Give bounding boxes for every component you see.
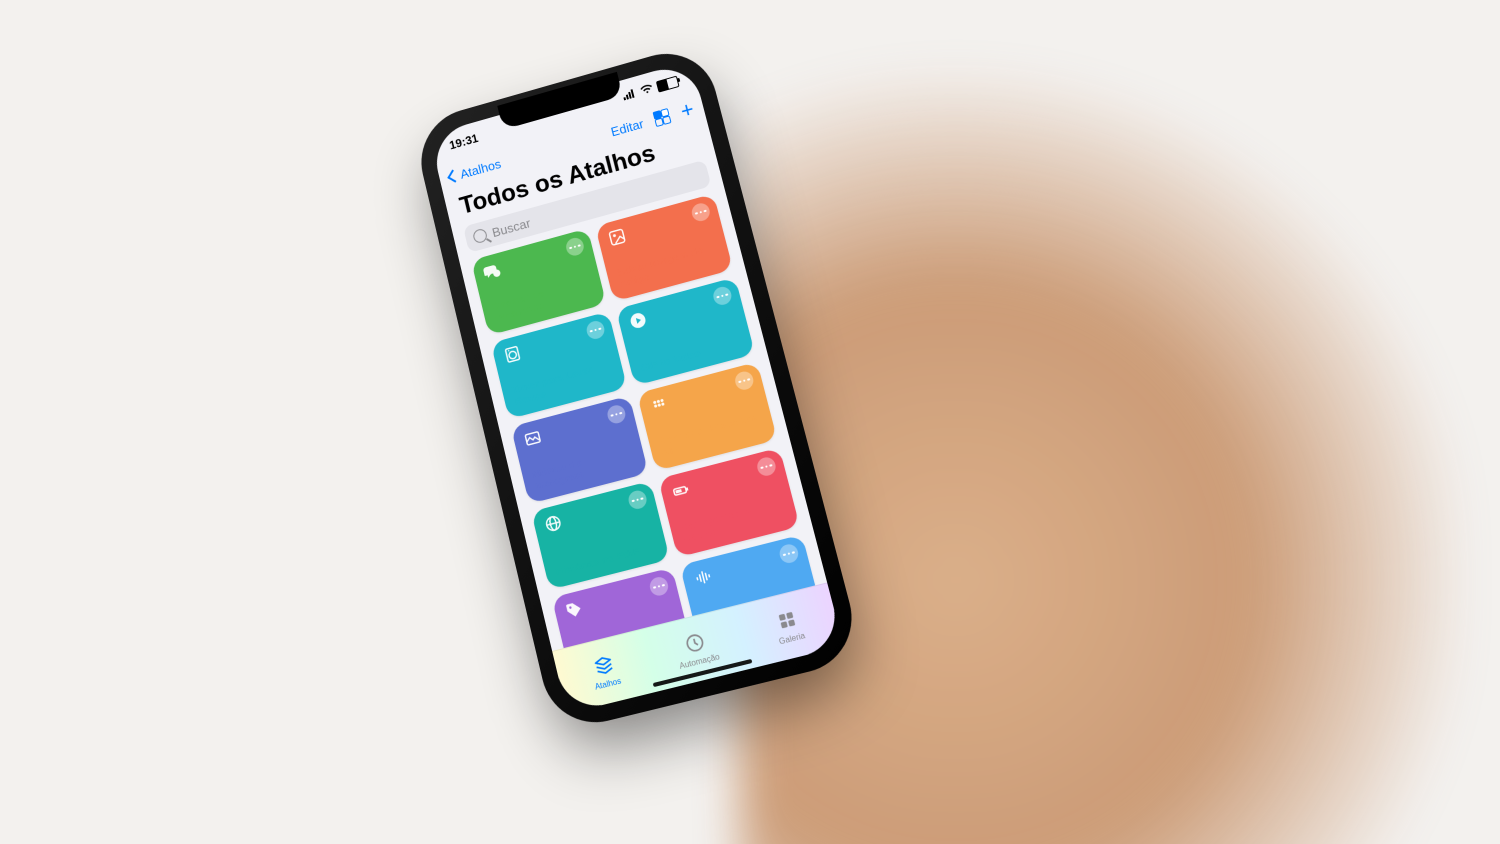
photo-icon (522, 427, 543, 449)
card-more-button[interactable] (606, 403, 628, 425)
wifi-icon (639, 82, 656, 99)
hand-shadow (740, 40, 1460, 844)
search-icon (472, 228, 488, 245)
battery-icon (670, 480, 692, 502)
washer-icon (502, 344, 523, 366)
card-more-button[interactable] (585, 319, 606, 341)
card-label: Timer para Lavar Roupa (511, 359, 616, 409)
globe-icon (543, 513, 564, 535)
card-more-button[interactable] (778, 542, 800, 564)
status-time: 19:31 (448, 131, 479, 152)
layout-grid-icon[interactable] (653, 108, 672, 127)
search-placeholder: Buscar (491, 215, 532, 239)
card-more-button[interactable] (733, 370, 755, 392)
tab-icon (775, 607, 801, 634)
tab-icon (591, 653, 616, 680)
card-label: Converter Fotos em GIF (658, 410, 766, 461)
chevron-left-icon (447, 170, 460, 183)
add-button[interactable]: + (679, 98, 697, 122)
phone-wrapper: 19:31 Atalhos (480, 70, 780, 695)
edit-button[interactable]: Editar (609, 116, 645, 139)
card-more-button[interactable] (690, 201, 712, 223)
card-label: Chamar no WhatsApp (491, 275, 595, 325)
card-more-button[interactable] (755, 455, 777, 477)
play-icon (627, 310, 649, 332)
image-icon (606, 226, 627, 248)
card-more-button[interactable] (627, 489, 649, 511)
signal-icon (622, 86, 639, 103)
wave-icon (691, 566, 713, 588)
chat-icon (482, 261, 503, 282)
tab-icon (682, 630, 707, 657)
grid-icon (648, 394, 670, 416)
card-label: Carregamento Rápido (679, 496, 788, 547)
card-more-button[interactable] (648, 575, 670, 597)
device-screen: 19:31 Atalhos (429, 61, 843, 714)
stage: 19:31 Atalhos (0, 0, 1500, 844)
tag-icon (563, 599, 585, 621)
card-more-button[interactable] (564, 236, 585, 258)
back-label: Atalhos (459, 156, 503, 181)
card-more-button[interactable] (711, 285, 733, 307)
card-label: Música do Instagram (531, 443, 637, 493)
iphone-frame: 19:31 Atalhos (418, 49, 856, 726)
battery-icon (656, 76, 680, 93)
